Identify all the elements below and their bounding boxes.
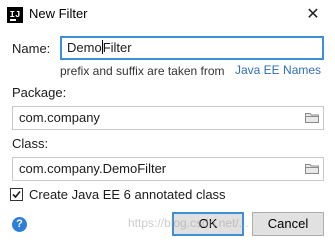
class-field[interactable]: com.company.DemoFilter — [12, 157, 324, 181]
package-field[interactable]: com.company — [12, 106, 324, 130]
folder-icon[interactable] — [305, 163, 319, 174]
title-bar: IJ New Filter ✕ — [0, 0, 335, 31]
package-label: Package: — [12, 85, 67, 100]
close-button[interactable]: ✕ — [291, 0, 335, 31]
close-icon: ✕ — [306, 6, 320, 23]
intellij-app-icon: IJ — [7, 7, 23, 23]
name-label: Name: — [12, 41, 51, 56]
java-ee-names-link[interactable]: Java EE Names — [235, 63, 321, 77]
name-value-part-1: Demo — [67, 40, 102, 55]
name-value-part-2: Filter — [102, 40, 132, 55]
window-title: New Filter — [29, 6, 88, 21]
annotated-class-label: Create Java EE 6 annotated class — [29, 187, 226, 202]
checkmark-icon — [12, 190, 21, 199]
class-value: com.company.DemoFilter — [19, 161, 167, 176]
annotated-class-checkbox[interactable] — [10, 188, 23, 201]
name-input[interactable]: DemoFilter — [60, 36, 324, 60]
class-label: Class: — [12, 136, 49, 151]
package-value: com.company — [19, 110, 100, 125]
help-icon[interactable]: ? — [12, 217, 27, 232]
cancel-button[interactable]: Cancel — [252, 212, 324, 236]
naming-hint-text: prefix and suffix are taken from — [60, 64, 225, 78]
ok-button[interactable]: OK — [172, 212, 244, 236]
folder-icon[interactable] — [305, 112, 319, 123]
